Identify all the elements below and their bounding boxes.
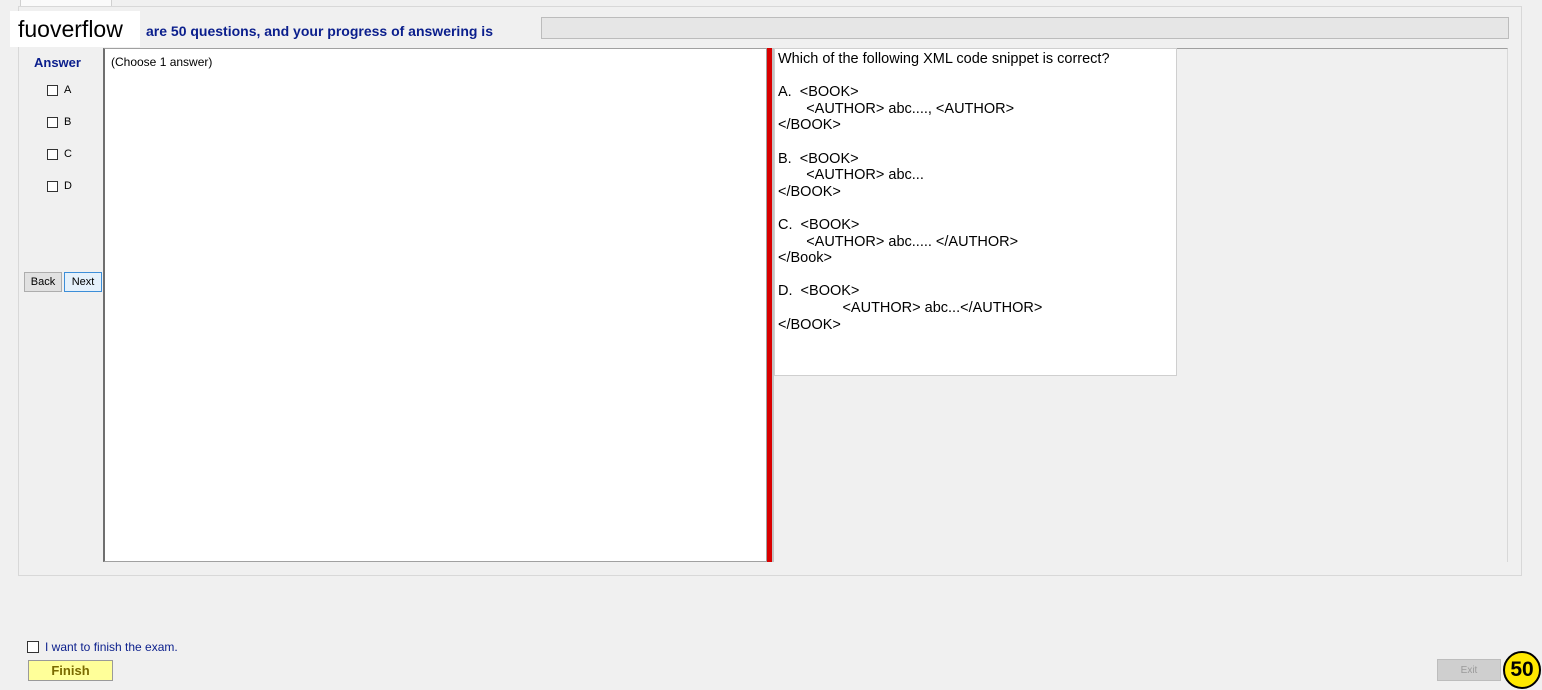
progress-bar <box>541 17 1509 39</box>
back-button[interactable]: Back <box>24 272 62 292</box>
finish-checkbox[interactable] <box>27 641 39 653</box>
exit-button[interactable]: Exit <box>1437 659 1501 681</box>
finish-confirm[interactable]: I want to finish the exam. <box>27 640 178 654</box>
option-c[interactable]: C <box>47 148 72 160</box>
option-b[interactable]: B <box>47 116 71 128</box>
option-d[interactable]: D <box>47 180 72 192</box>
answer-heading: Answer <box>34 55 81 70</box>
option-a-label: A <box>64 84 72 96</box>
option-c-label: C <box>64 148 72 160</box>
question-text: Which of the following XML code snippet … <box>778 51 1110 333</box>
question-count-badge: 50 <box>1503 651 1541 689</box>
checkbox-d[interactable] <box>47 180 58 192</box>
finish-button[interactable]: Finish <box>28 660 113 681</box>
checkbox-c[interactable] <box>47 148 58 160</box>
progress-text: are 50 questions, and your progress of a… <box>146 23 493 39</box>
finish-confirm-label: I want to finish the exam. <box>45 640 178 654</box>
option-a[interactable]: A <box>47 84 71 96</box>
checkbox-b[interactable] <box>47 116 58 128</box>
option-d-label: D <box>64 180 72 192</box>
answer-panel <box>103 48 767 562</box>
checkbox-a[interactable] <box>47 84 58 96</box>
watermark-label: fuoverflow <box>10 11 140 47</box>
choose-instruction: (Choose 1 answer) <box>111 55 213 69</box>
option-b-label: B <box>64 116 72 128</box>
next-button[interactable]: Next <box>64 272 102 292</box>
